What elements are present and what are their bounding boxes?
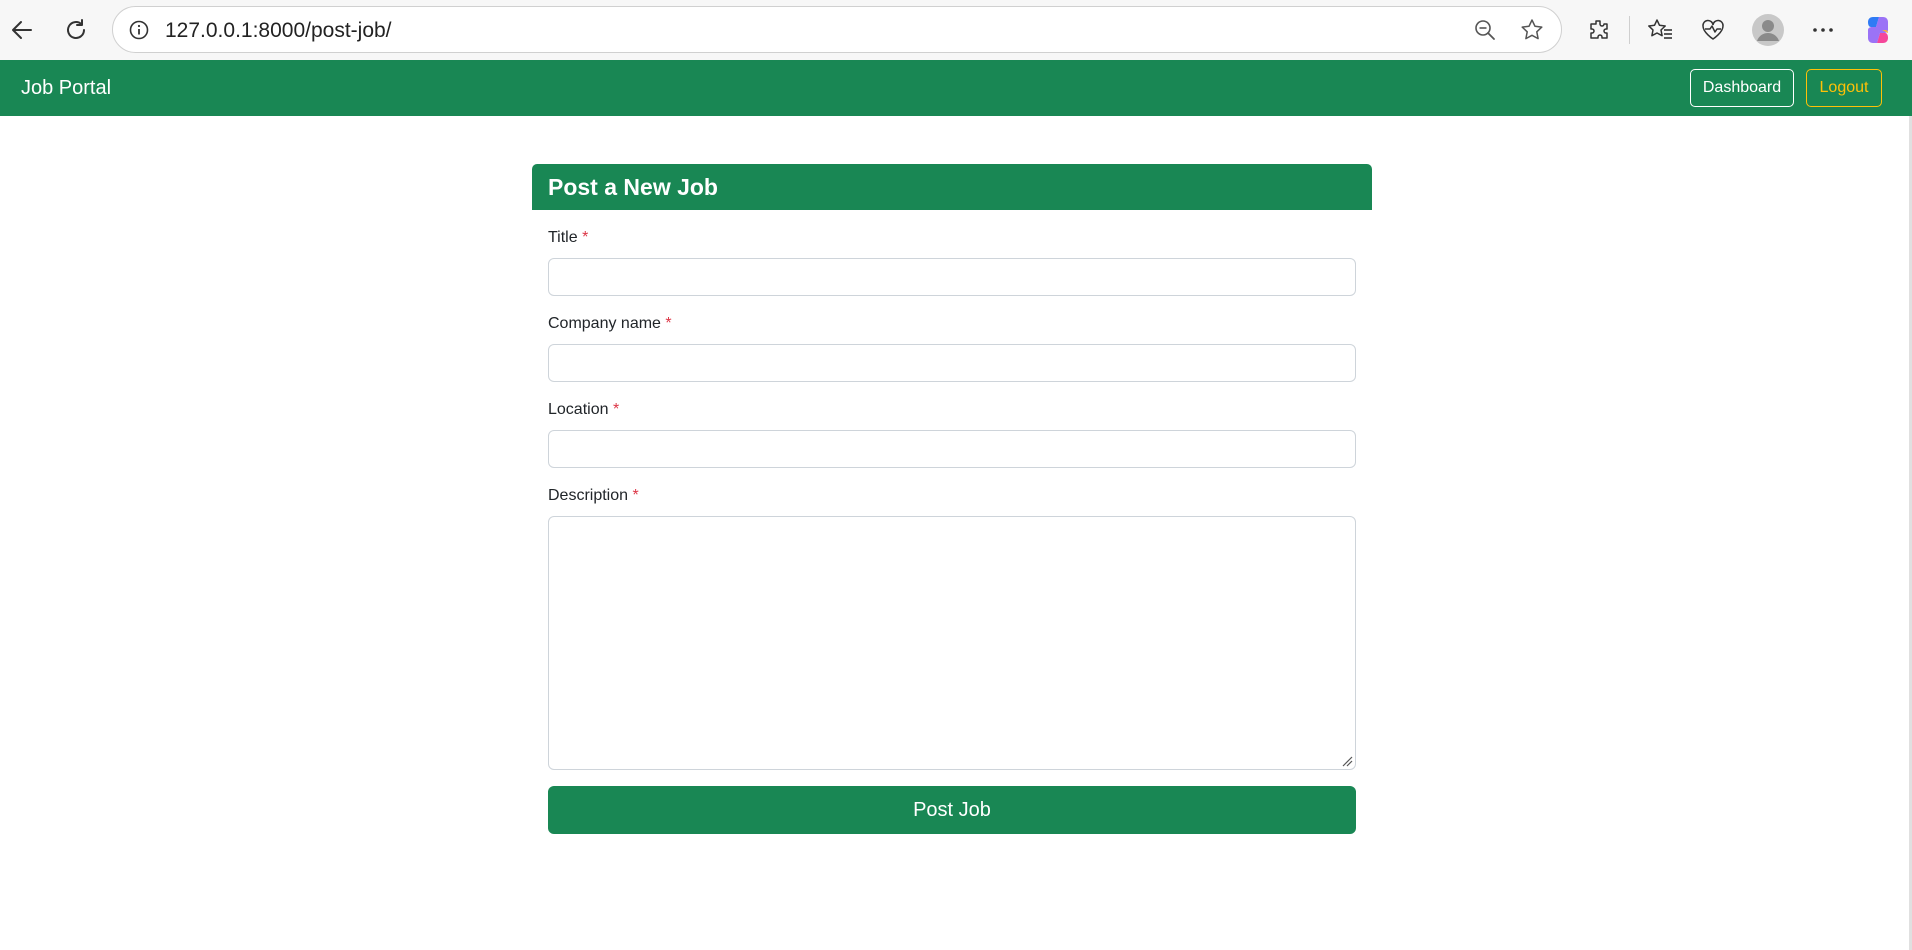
toolbar-divider [1629,16,1630,44]
address-bar[interactable]: 127.0.0.1:8000/post-job/ [112,6,1562,53]
location-label: Location * [548,401,620,418]
brand-link[interactable]: Job Portal [21,77,111,100]
logout-button[interactable]: Logout [1806,69,1882,107]
location-input[interactable] [548,430,1356,468]
page-title: Post a New Job [548,174,718,200]
required-marker: * [582,229,589,246]
company-name-label: Company name * [548,315,672,332]
more-menu-icon[interactable] [1805,12,1841,48]
site-info-icon[interactable] [125,16,153,44]
resize-grip-icon[interactable] [1341,755,1353,767]
reload-icon[interactable] [58,12,94,48]
zoom-out-icon[interactable] [1471,16,1499,44]
extensions-icon[interactable] [1581,12,1617,48]
form-card-header: Post a New Job [532,164,1372,210]
title-input[interactable] [548,258,1356,296]
post-job-button[interactable]: Post Job [548,786,1356,834]
back-arrow-icon[interactable] [4,12,40,48]
favorite-star-icon[interactable] [1518,16,1546,44]
browser-toolbar: 127.0.0.1:8000/post-job/ [0,0,1912,60]
url-text[interactable]: 127.0.0.1:8000/post-job/ [165,19,392,43]
dashboard-button[interactable]: Dashboard [1690,69,1794,107]
app-navbar: Job Portal Dashboard Logout [0,60,1912,116]
company-name-input[interactable] [548,344,1356,382]
title-label: Title * [548,229,589,246]
required-marker: * [665,315,672,332]
copilot-icon[interactable] [1860,12,1896,48]
required-marker: * [612,401,620,418]
profile-avatar-icon[interactable] [1750,12,1786,48]
description-textarea[interactable] [548,516,1356,770]
browser-essentials-icon[interactable] [1695,12,1731,48]
required-marker: * [632,487,639,504]
description-label: Description * [548,487,639,504]
favorites-icon[interactable] [1642,12,1678,48]
